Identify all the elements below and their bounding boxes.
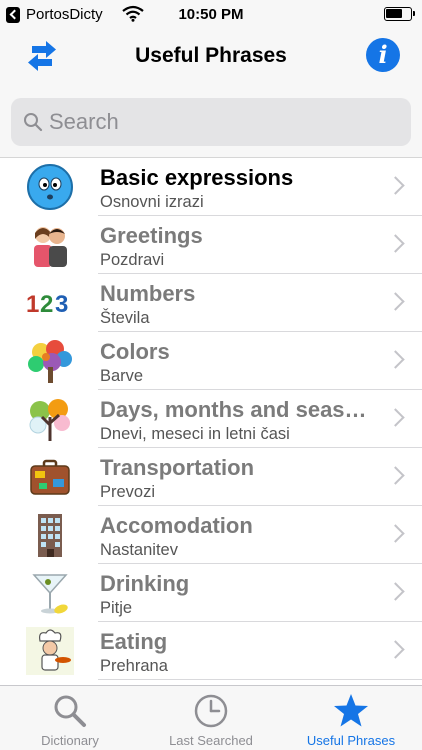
clock-icon — [194, 694, 228, 728]
category-row-eating[interactable]: Eating Prehrana — [0, 622, 422, 680]
chevron-right-icon — [386, 408, 405, 427]
chevron-right-icon — [386, 466, 405, 485]
category-row-greetings[interactable]: Greetings Pozdravi — [0, 216, 422, 274]
svg-text:3: 3 — [55, 291, 68, 318]
chevron-right-icon — [386, 582, 405, 601]
tab-useful-phrases[interactable]: Useful Phrases — [281, 686, 421, 750]
category-subtitle: Nastanitev — [100, 541, 178, 559]
category-title: Transportation — [100, 455, 255, 480]
greeting-couple-icon — [34, 227, 67, 267]
chevron-right-icon — [386, 640, 405, 659]
search-input[interactable] — [49, 98, 399, 146]
navigation-bar: Useful Phrases i — [0, 30, 422, 86]
chevron-right-icon — [386, 234, 405, 253]
search-area — [0, 86, 422, 158]
category-title: Days, months and seasons — [100, 397, 375, 422]
category-subtitle: Dnevi, meseci in letni časi — [100, 425, 290, 443]
martini-glass-icon — [32, 574, 68, 614]
chevron-right-icon — [386, 350, 405, 369]
category-row-numbers[interactable]: 1 2 3 Numbers Števila — [0, 274, 422, 332]
category-title: Accomodation — [100, 513, 253, 538]
category-subtitle: Osnovni izrazi — [100, 193, 204, 211]
category-title: Colors — [100, 339, 170, 364]
numbers-123-icon: 1 2 3 — [26, 291, 68, 318]
row-divider — [98, 679, 422, 680]
tab-last-searched[interactable]: Last Searched — [141, 686, 281, 750]
category-title: Drinking — [100, 571, 190, 596]
chevron-right-icon — [386, 176, 405, 195]
svg-text:2: 2 — [40, 291, 53, 318]
category-subtitle: Barve — [100, 367, 144, 385]
star-icon — [334, 694, 368, 727]
phrase-category-list: Basic expressions Osnovni izrazi Greetin… — [0, 158, 422, 685]
category-row-transportation[interactable]: Transportation Prevozi — [0, 448, 422, 506]
colorful-tree-icon — [28, 340, 72, 383]
category-title: Basic expressions — [100, 165, 294, 190]
status-bar: PortosDicty 10:50 PM — [0, 0, 422, 30]
category-subtitle: Prehrana — [100, 657, 168, 675]
building-icon — [38, 514, 62, 557]
category-subtitle: Pozdravi — [100, 251, 165, 269]
category-row-basic-expressions[interactable]: Basic expressions Osnovni izrazi — [0, 158, 422, 216]
tab-label: Useful Phrases — [306, 733, 396, 748]
chef-icon — [26, 627, 74, 675]
search-field[interactable] — [11, 98, 411, 146]
smiley-face-icon — [27, 164, 73, 210]
category-row-accomodation[interactable]: Accomodation Nastanitev — [0, 506, 422, 564]
category-subtitle: Pitje — [100, 599, 133, 617]
magnifier-icon — [54, 695, 86, 727]
clock-time: 10:50 PM — [178, 6, 244, 23]
info-icon[interactable]: i — [366, 38, 400, 72]
seasons-tree-icon — [29, 399, 70, 441]
tab-label: Dictionary — [41, 733, 99, 748]
tab-dictionary[interactable]: Dictionary — [0, 686, 140, 750]
page-title: Useful Phrases — [135, 44, 287, 67]
tab-label: Last Searched — [169, 733, 253, 748]
category-title: Numbers — [100, 281, 196, 306]
category-row-colors[interactable]: Colors Barve — [0, 332, 422, 390]
category-subtitle: Števila — [100, 309, 150, 327]
chevron-right-icon — [386, 292, 405, 311]
battery-icon — [384, 7, 415, 21]
category-subtitle: Prevozi — [100, 483, 156, 501]
category-title: Greetings — [100, 223, 203, 248]
chevron-right-icon — [386, 524, 405, 543]
category-title: Eating — [100, 629, 168, 654]
tab-bar: Dictionary Last Searched Useful Phrases — [0, 685, 422, 750]
svg-text:1: 1 — [26, 291, 39, 318]
search-icon — [24, 113, 43, 132]
category-row-drinking[interactable]: Drinking Pitje — [0, 564, 422, 622]
suitcase-icon — [30, 459, 70, 495]
category-row-days-months-seasons[interactable]: Days, months and seasons Dnevi, meseci i… — [0, 390, 422, 448]
